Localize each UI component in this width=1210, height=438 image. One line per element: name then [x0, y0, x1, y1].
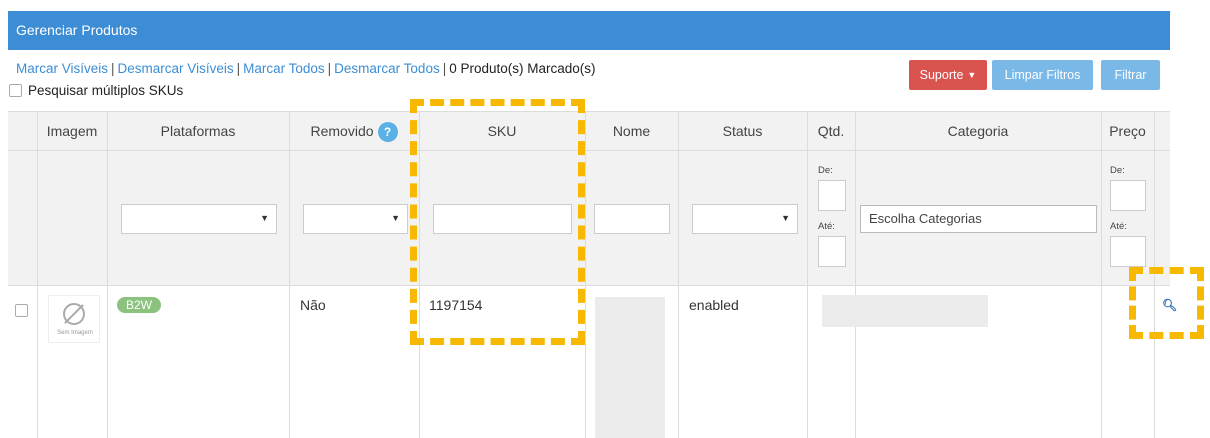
column-header-qtd[interactable]: Qtd. — [807, 111, 855, 151]
product-name-placeholder — [595, 297, 665, 438]
qty-to-label: Até: — [818, 221, 835, 232]
category-placeholder — [822, 295, 988, 327]
panel-header: Gerenciar Produtos — [8, 11, 1170, 50]
column-header-removido[interactable]: Removido? — [289, 111, 419, 151]
row-checkbox[interactable] — [15, 304, 28, 317]
products-table: Imagem Plataformas Removido? SKU Nome St… — [8, 111, 1170, 438]
removed-value: Não — [300, 297, 326, 313]
column-header-nome[interactable]: Nome — [585, 111, 678, 151]
sku-column-highlight — [410, 99, 585, 345]
category-filter-input[interactable]: Escolha Categorias — [860, 205, 1097, 233]
unmark-all-link[interactable]: Desmarcar Todos — [334, 61, 440, 76]
mark-visible-link[interactable]: Marcar Visíveis — [16, 61, 108, 76]
clear-filters-button[interactable]: Limpar Filtros — [992, 60, 1093, 90]
mark-all-link[interactable]: Marcar Todos — [243, 61, 325, 76]
filter-button[interactable]: Filtrar — [1101, 60, 1160, 90]
price-to-input[interactable] — [1110, 236, 1146, 267]
no-image-caption: Sem Imagem — [57, 330, 93, 336]
column-header-status[interactable]: Status — [678, 111, 807, 151]
platform-badge: B2W — [117, 297, 162, 313]
qty-from-input[interactable] — [818, 180, 846, 211]
status-value: enabled — [689, 297, 739, 313]
column-header-preco[interactable]: Preço — [1101, 111, 1154, 151]
caret-down-icon: ▼ — [967, 70, 977, 80]
unmark-visible-link[interactable]: Desmarcar Visíveis — [118, 61, 234, 76]
multi-sku-checkbox[interactable] — [9, 84, 22, 97]
removed-filter-select[interactable]: ▼ — [303, 204, 408, 234]
dropdown-arrow-icon: ▼ — [781, 213, 790, 223]
column-header-categoria[interactable]: Categoria — [855, 111, 1101, 151]
multi-sku-toggle: Pesquisar múltiplos SKUs — [9, 83, 183, 98]
qty-from-label: De: — [818, 165, 833, 176]
help-icon[interactable]: ? — [377, 122, 398, 143]
multi-sku-label: Pesquisar múltiplos SKUs — [28, 83, 184, 98]
selection-links: Marcar Visíveis | Desmarcar Visíveis | Marca… — [16, 61, 596, 76]
panel-title: Gerenciar Produtos — [16, 22, 138, 38]
status-filter-select[interactable]: ▼ — [692, 204, 798, 234]
column-header-plataformas[interactable]: Plataformas — [107, 111, 289, 151]
column-header-imagem: Imagem — [46, 123, 98, 139]
dropdown-arrow-icon: ▼ — [260, 213, 269, 223]
price-from-label: De: — [1110, 165, 1125, 176]
price-from-input[interactable] — [1110, 180, 1146, 211]
qty-to-input[interactable] — [818, 236, 846, 267]
no-image-icon: Sem Imagem — [48, 295, 100, 343]
platform-filter-select[interactable]: ▼ — [121, 204, 277, 234]
price-to-label: Até: — [1110, 221, 1127, 232]
marked-count: 0 Produto(s) Marcado(s) — [449, 61, 596, 76]
zoom-icon-highlight — [1129, 267, 1204, 339]
dropdown-arrow-icon: ▼ — [391, 213, 400, 223]
name-filter-input[interactable] — [594, 204, 670, 234]
support-button[interactable]: Suporte ▼ — [909, 60, 987, 90]
